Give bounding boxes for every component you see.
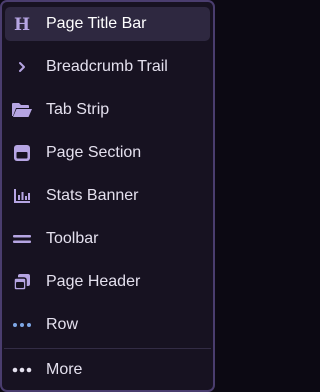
menu-item-label: More (46, 361, 83, 378)
menu-item-breadcrumb-trail[interactable]: Breadcrumb Trail (5, 50, 210, 84)
menu-item-label: Toolbar (46, 230, 99, 247)
menu-item-page-section[interactable]: Page Section (5, 136, 210, 170)
menu-item-more[interactable]: More (5, 353, 210, 387)
menu-item-label: Row (46, 316, 79, 333)
menu-item-toolbar[interactable]: Toolbar (5, 222, 210, 256)
dots-horizontal-icon (10, 308, 34, 342)
menu-item-label: Page Section (46, 144, 142, 161)
menu-item-tab-strip[interactable]: Tab Strip (5, 93, 210, 127)
menu-item-label: Page Header (46, 273, 141, 290)
menu-item-label: Breadcrumb Trail (46, 58, 168, 75)
equals-bars-icon (10, 222, 34, 256)
heading-icon: H (10, 7, 34, 41)
folder-open-icon (10, 93, 34, 127)
menu-item-page-title-bar[interactable]: H Page Title Bar (5, 7, 210, 41)
chevron-right-icon (10, 50, 34, 84)
menu-item-label: Page Title Bar (46, 15, 147, 32)
menu-item-stats-banner[interactable]: Stats Banner (5, 179, 210, 213)
menu-item-label: Tab Strip (46, 101, 110, 118)
menu-item-row[interactable]: Row (5, 308, 210, 342)
menu-item-page-header[interactable]: Page Header (5, 265, 210, 299)
component-menu: H Page Title Bar Breadcrumb Trail Tab St… (0, 0, 215, 392)
svg-text:H: H (14, 15, 30, 33)
bar-chart-icon (10, 179, 34, 213)
menu-item-label: Stats Banner (46, 187, 139, 204)
stacked-windows-icon (10, 265, 34, 299)
more-dots-icon (10, 353, 34, 387)
menu-divider (4, 348, 211, 349)
section-card-icon (10, 136, 34, 170)
